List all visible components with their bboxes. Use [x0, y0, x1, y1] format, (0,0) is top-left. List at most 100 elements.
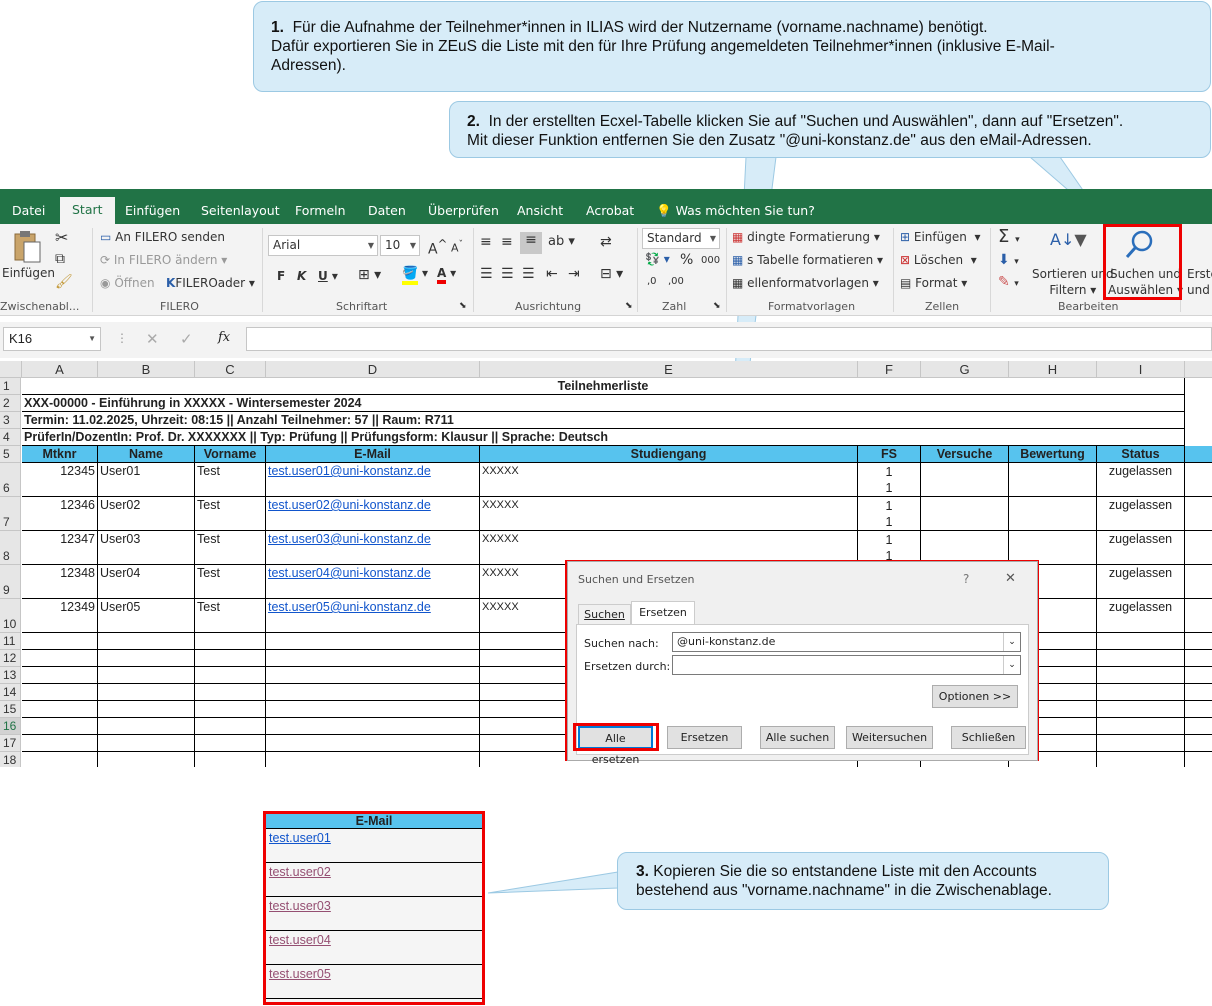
clear-icon[interactable]: ✎ ▾: [998, 274, 1019, 290]
select-all-corner[interactable]: [0, 361, 22, 378]
tab-formeln[interactable]: Formeln: [295, 201, 346, 224]
email-link[interactable]: test.user01@uni-konstanz.de: [268, 464, 431, 478]
row-header[interactable]: 6: [0, 463, 21, 497]
row-header[interactable]: 8: [0, 531, 21, 565]
email-link[interactable]: test.user05@uni-konstanz.de: [268, 600, 431, 614]
font-size-select[interactable]: 10 ▼: [380, 235, 420, 256]
cell-mtknr[interactable]: 12349: [22, 599, 98, 633]
dialog-launcher-icon[interactable]: ⬊: [625, 301, 633, 311]
tab-replace[interactable]: Ersetzen: [631, 601, 695, 625]
cell-vorname[interactable]: Test: [195, 463, 266, 497]
cell-name[interactable]: User03: [98, 531, 195, 565]
empty-cell[interactable]: [195, 684, 266, 701]
column-title[interactable]: Studiengang: [480, 446, 858, 463]
cell-bewertung[interactable]: [1009, 497, 1097, 531]
row-header[interactable]: 13: [0, 667, 21, 684]
column-header-f[interactable]: F: [858, 361, 921, 378]
empty-cell[interactable]: [266, 701, 480, 718]
row-header[interactable]: 1: [0, 378, 21, 395]
empty-cell[interactable]: [1097, 701, 1185, 718]
percent-button[interactable]: %: [680, 252, 693, 268]
replace-button[interactable]: Ersetzen: [667, 726, 742, 749]
row-header[interactable]: 12: [0, 650, 21, 667]
column-title[interactable]: Vorname: [195, 446, 266, 463]
tab-find[interactable]: Suchen: [578, 604, 631, 624]
cell-studiengang[interactable]: XXXXX: [480, 497, 858, 531]
align-middle-icon[interactable]: ≡: [501, 234, 513, 250]
column-title[interactable]: E-Mail: [266, 446, 480, 463]
empty-cell[interactable]: [98, 633, 195, 650]
close-icon[interactable]: ✕: [1005, 571, 1016, 586]
empty-cell[interactable]: [22, 735, 98, 752]
column-title[interactable]: Status: [1097, 446, 1185, 463]
empty-cell[interactable]: [195, 667, 266, 684]
format-cells-button[interactable]: ▤ Format ▾: [900, 276, 967, 290]
empty-cell[interactable]: [266, 684, 480, 701]
cell-fs[interactable]: 11: [858, 497, 921, 531]
cell-vorname[interactable]: Test: [195, 497, 266, 531]
chevron-down-icon[interactable]: ⌄: [1003, 656, 1020, 674]
find-input[interactable]: @uni-konstanz.de ⌄: [672, 632, 1021, 652]
italic-button[interactable]: K: [297, 269, 306, 283]
tab-ansicht[interactable]: Ansicht: [517, 201, 563, 224]
align-right-icon[interactable]: ☰: [522, 266, 535, 282]
currency-icon[interactable]: 💱 ▾: [645, 252, 670, 266]
paste-icon[interactable]: [12, 230, 42, 264]
email-link[interactable]: test.user02@uni-konstanz.de: [268, 498, 431, 512]
cell-styles-button[interactable]: ▦ ellenformatvorlagen ▾: [732, 276, 879, 290]
number-format-select[interactable]: Standard ▼: [642, 228, 720, 249]
empty-cell[interactable]: [98, 735, 195, 752]
create-button[interactable]: Erste und: [1187, 266, 1212, 298]
shrink-font-button[interactable]: Aˇ: [451, 239, 463, 255]
cell-email[interactable]: test.user05@uni-konstanz.de: [266, 599, 480, 633]
help-icon[interactable]: ?: [963, 572, 969, 586]
dialog-launcher-icon[interactable]: ⬊: [713, 301, 721, 311]
cell-status[interactable]: zugelassen: [1097, 599, 1185, 633]
cell-studiengang[interactable]: XXXXX: [480, 463, 858, 497]
cell-fs[interactable]: 11: [858, 463, 921, 497]
align-left-icon[interactable]: ☰: [480, 266, 493, 282]
empty-cell[interactable]: [195, 735, 266, 752]
row-header[interactable]: 17: [0, 735, 21, 752]
filero-send-button[interactable]: ▭ An FILERO senden: [100, 230, 225, 244]
empty-cell[interactable]: [1185, 633, 1212, 650]
formula-input[interactable]: [246, 327, 1212, 351]
options-button[interactable]: Optionen >>: [932, 685, 1018, 708]
column-title[interactable]: FS: [858, 446, 921, 463]
tab-seitenlayout[interactable]: Seitenlayout: [201, 201, 280, 224]
format-painter-icon[interactable]: 🖌: [55, 274, 73, 290]
find-next-button[interactable]: Weitersuchen: [846, 726, 933, 749]
empty-cell[interactable]: [195, 633, 266, 650]
cell-vorname[interactable]: Test: [195, 531, 266, 565]
row-header[interactable]: 10: [0, 599, 21, 633]
row-header[interactable]: 3: [0, 412, 21, 429]
insert-cells-button[interactable]: ⊞ Einfügen ▾: [900, 230, 981, 244]
increase-indent-icon[interactable]: ⇥: [568, 266, 580, 282]
column-header-h[interactable]: H: [1009, 361, 1097, 378]
underline-button[interactable]: U ▾: [318, 269, 338, 283]
column-header-i[interactable]: I: [1097, 361, 1185, 378]
row-header[interactable]: 5: [0, 446, 21, 463]
blank-cell[interactable]: [1185, 446, 1212, 463]
cell-name[interactable]: User05: [98, 599, 195, 633]
empty-cell[interactable]: [22, 718, 98, 735]
cell-name[interactable]: User01: [98, 463, 195, 497]
blank-cell[interactable]: [1185, 565, 1212, 599]
cell-email[interactable]: test.user02@uni-konstanz.de: [266, 497, 480, 531]
blank-cell[interactable]: [1185, 599, 1212, 633]
cancel-icon[interactable]: ✕: [146, 330, 159, 348]
cell-name[interactable]: User04: [98, 565, 195, 599]
empty-cell[interactable]: [1097, 633, 1185, 650]
empty-cell[interactable]: [1185, 718, 1212, 735]
cell-bewertung[interactable]: [1009, 463, 1097, 497]
align-center-icon[interactable]: ☰: [501, 266, 514, 282]
cell-mtknr[interactable]: 12346: [22, 497, 98, 531]
fileroader-button[interactable]: KFILEROader ▾: [166, 276, 255, 290]
column-title[interactable]: Name: [98, 446, 195, 463]
email-link[interactable]: test.user03@uni-konstanz.de: [268, 532, 431, 546]
close-button[interactable]: Schließen: [951, 726, 1026, 749]
empty-cell[interactable]: [195, 650, 266, 667]
empty-cell[interactable]: [22, 667, 98, 684]
empty-cell[interactable]: [1097, 735, 1185, 752]
empty-cell[interactable]: [22, 633, 98, 650]
